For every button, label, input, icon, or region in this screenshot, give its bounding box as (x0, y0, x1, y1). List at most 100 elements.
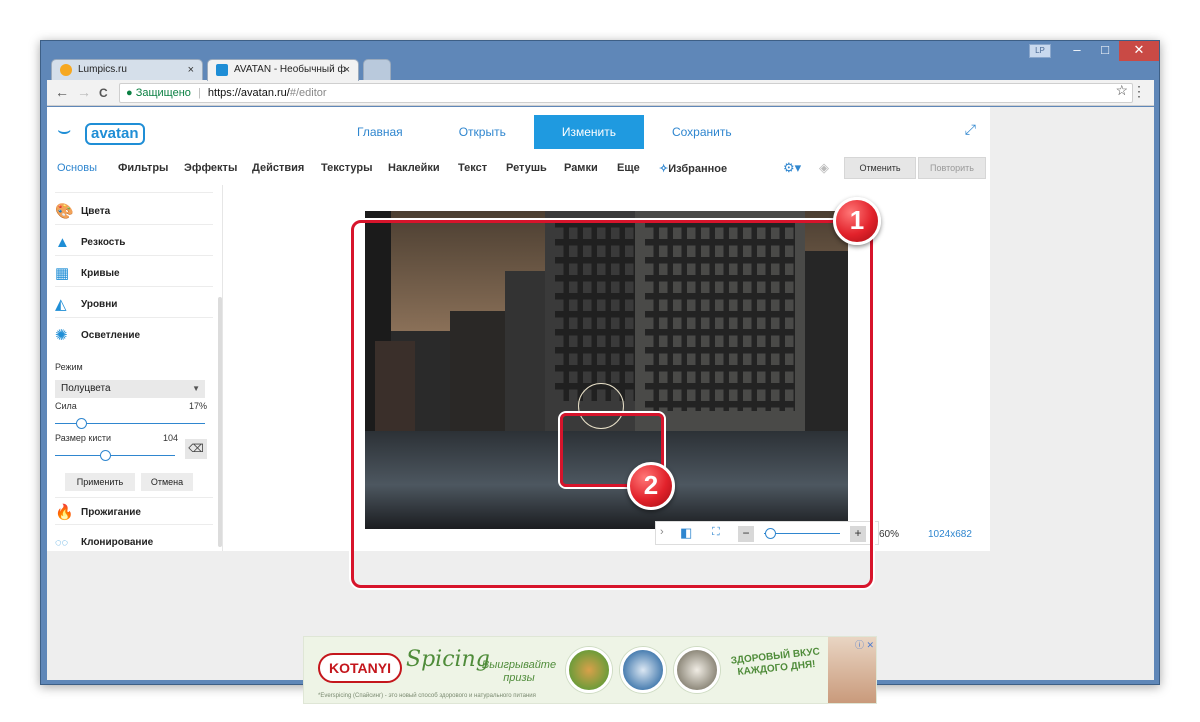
brush-size-label: Размер кисти (55, 433, 112, 443)
tool-basics[interactable]: Основы (57, 162, 97, 174)
tool-effects[interactable]: Эффекты (184, 162, 237, 174)
sidebar-item-burn[interactable]: 🔥 Прожигание (55, 497, 213, 525)
apply-button[interactable]: Применить (65, 473, 135, 491)
ad-basket-image (566, 647, 612, 693)
tab-avatan[interactable]: AVATAN - Необычный ф × (207, 59, 359, 81)
layers-icon[interactable]: ◈ (819, 160, 829, 176)
sidebar-item-label: Осветление (81, 330, 141, 341)
cancel-button[interactable]: Отмена (141, 473, 193, 491)
nav-edit[interactable]: Изменить (533, 115, 644, 149)
palette-icon: 🎨 (55, 203, 74, 220)
sidebar-item-label: Кривые (81, 268, 120, 279)
sidebar-item-curves[interactable]: ▦ Кривые (55, 259, 213, 287)
sidebar-item-clone[interactable]: ◌◌ Клонирование (55, 528, 213, 556)
sidebar-item-colors[interactable]: 🎨 Цвета (55, 197, 213, 225)
sidebar-item-label: Уровни (81, 299, 118, 310)
strength-value: 17% (189, 401, 208, 411)
sidebar-item-levels[interactable]: ◭ Уровни (55, 290, 213, 318)
bookmark-star-icon[interactable]: ☆ (1115, 82, 1128, 99)
browser-toolbar: ← → C ● Защищено | https://avatan.ru/#/e… (47, 80, 1154, 106)
browser-window: LP – □ ✕ Lumpics.ru × AVATAN - Необычный… (40, 40, 1160, 704)
undo-button[interactable]: Отменить (844, 157, 916, 179)
highlight-frame-photo (351, 220, 873, 588)
ad-jar-image (674, 647, 720, 693)
nav-save[interactable]: Сохранить (644, 115, 760, 149)
address-bar[interactable]: ● Защищено | https://avatan.ru/#/editor (119, 83, 1133, 103)
zoom-level: 60% (879, 529, 900, 540)
mode-select[interactable]: Полуцвета ▼ (55, 380, 205, 398)
fullscreen-icon[interactable]: ⤢ (965, 121, 976, 138)
new-tab-button[interactable] (363, 59, 391, 81)
sidebar-item-label: Клонирование (81, 537, 154, 548)
strength-label: Сила (55, 401, 77, 411)
brush-size-slider-track[interactable] (55, 455, 175, 456)
sidebar-item-dodge[interactable]: ✺ Осветление (55, 321, 213, 349)
settings-gear-icon[interactable]: ⚙▾ (783, 160, 801, 176)
avatan-favicon-icon (216, 64, 228, 76)
sidebar-item-label: Резкость (81, 237, 126, 248)
chevron-down-icon: ▼ (192, 384, 200, 393)
browser-menu-icon[interactable]: ⋮ (1132, 83, 1146, 100)
close-window-button[interactable]: ✕ (1119, 41, 1159, 61)
lumpics-favicon-icon (60, 64, 72, 76)
levels-icon: ◭ (55, 296, 67, 313)
tab-close-icon[interactable]: × (188, 60, 194, 80)
ad-cta-text: Выигрывайте призы (481, 659, 557, 684)
curves-icon: ▦ (55, 265, 70, 282)
sidebar-item-sharpness[interactable]: ▲ Резкость (55, 228, 213, 256)
tool-filters[interactable]: Фильтры (118, 162, 168, 174)
window-controls: LP – □ ✕ (1029, 41, 1159, 61)
sidebar-item-label: Прожигание (81, 507, 141, 518)
minimize-button[interactable]: – (1063, 41, 1091, 61)
sidebar-item-cut-off (55, 185, 213, 193)
callout-badge-2: 2 (627, 462, 675, 510)
tool-text[interactable]: Текст (458, 162, 487, 174)
tab-title: Lumpics.ru (78, 64, 127, 75)
clone-icon: ◌◌ (55, 537, 69, 549)
tool-stickers[interactable]: Наклейки (388, 162, 440, 174)
favorites-label: Избранное (668, 163, 728, 175)
sharpness-icon: ▲ (55, 234, 70, 251)
address-separator: | (197, 87, 201, 99)
tool-textures[interactable]: Текстуры (321, 162, 373, 174)
back-icon[interactable]: ← (55, 84, 69, 100)
url-host: https://avatan.ru/ (207, 87, 290, 99)
tools-sidebar: 🎨 Цвета ▲ Резкость ▦ Кривые ◭ Уровни ✺ О… (47, 185, 223, 551)
tool-frames[interactable]: Рамки (564, 162, 598, 174)
tab-strip: Lumpics.ru × AVATAN - Необычный ф × (51, 55, 951, 81)
nav-home[interactable]: Главная (329, 115, 431, 149)
lock-icon: ● (126, 87, 133, 99)
image-dimensions: 1024x682 (928, 529, 972, 540)
mode-select-value: Полуцвета (61, 383, 111, 394)
advertisement-banner[interactable]: KOTANYI Spicing Выигрывайте призы ЗДОРОВ… (303, 636, 877, 704)
ad-lighthouse-image (620, 647, 666, 693)
avatan-logo[interactable]: ⌣ avatan (57, 117, 157, 147)
ad-close-icon[interactable]: ⓘ ✕ (855, 638, 874, 651)
sidebar-scrollbar[interactable] (218, 297, 222, 547)
tool-favorites[interactable]: ✧Избранное (659, 162, 727, 175)
tab-title: AVATAN - Необычный ф (234, 64, 346, 75)
tool-more[interactable]: Еще (617, 162, 640, 174)
tab-close-icon[interactable]: × (344, 60, 350, 80)
reload-icon[interactable]: C (99, 86, 108, 100)
whale-logo-icon: ⌣ (57, 117, 72, 142)
redo-button[interactable]: Повторить (918, 157, 986, 179)
tool-retouch[interactable]: Ретушь (506, 162, 547, 174)
favorites-icon: ✧ (659, 163, 669, 175)
sidebar-item-label: Цвета (81, 206, 111, 217)
tab-lumpics[interactable]: Lumpics.ru × (51, 59, 203, 81)
ad-slogan: ЗДОРОВЫЙ ВКУС КАЖДОГО ДНЯ! (730, 646, 821, 679)
eraser-icon[interactable]: ⌫ (185, 439, 207, 459)
forward-icon[interactable]: → (77, 84, 91, 100)
maximize-button[interactable]: □ (1091, 41, 1119, 61)
page-viewport: ⌣ avatan Главная Открыть Изменить Сохран… (47, 107, 1154, 704)
brush-size-value: 104 (163, 433, 179, 443)
nav-open[interactable]: Открыть (431, 115, 534, 149)
tool-menu: Основы Фильтры Эффекты Действия Текстуры… (47, 157, 990, 181)
logo-text: avatan (85, 123, 145, 145)
tool-actions[interactable]: Действия (252, 162, 304, 174)
strength-slider-handle[interactable] (75, 418, 87, 429)
brush-size-slider-handle[interactable] (100, 450, 112, 461)
dodge-sun-icon: ✺ (55, 327, 68, 344)
profile-button[interactable]: LP (1029, 44, 1051, 58)
